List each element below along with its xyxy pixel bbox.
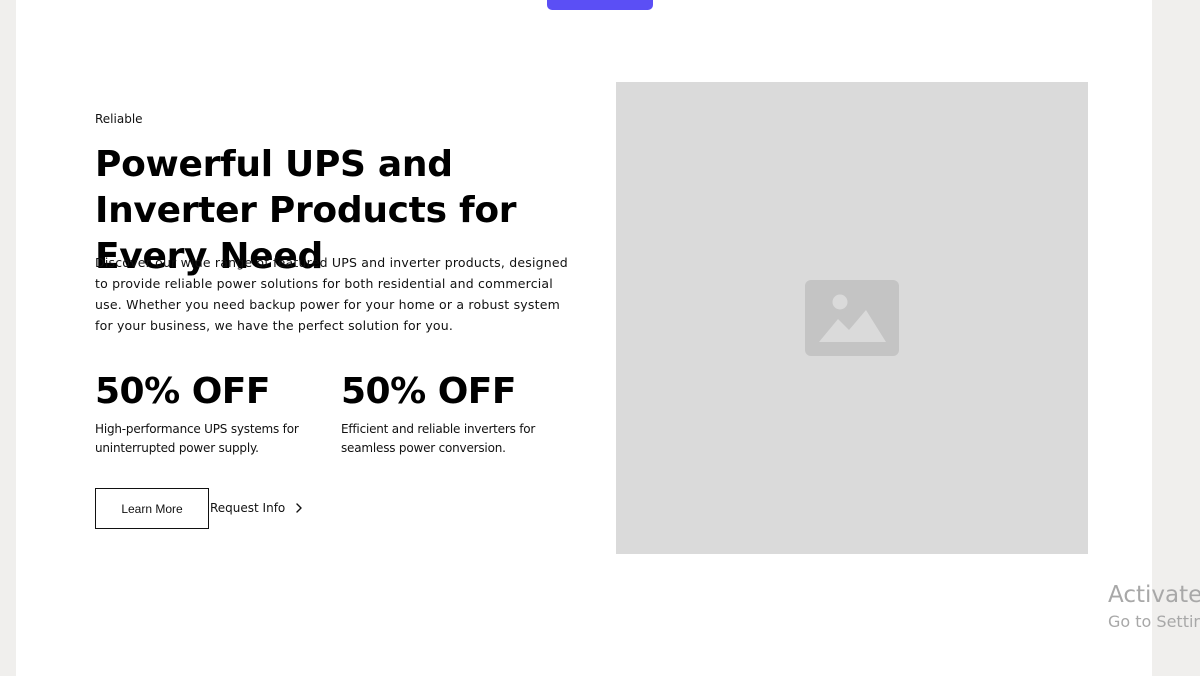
- page-container: Reliable Powerful UPS and Inverter Produ…: [16, 0, 1152, 676]
- offer-inverter: 50% OFF Efficient and reliable inverters…: [341, 370, 561, 458]
- activation-title: Activate: [1108, 582, 1200, 608]
- activation-subtitle: Go to Settin: [1108, 612, 1200, 631]
- top-accent-button[interactable]: [547, 0, 653, 10]
- windows-activation-watermark: Activate Go to Settin: [1108, 581, 1200, 641]
- chevron-right-icon: [296, 503, 302, 513]
- image-placeholder-icon: [805, 280, 899, 356]
- hero-eyebrow: Reliable: [95, 112, 143, 126]
- hero-description: Discover our wide range of featured UPS …: [95, 255, 568, 333]
- request-info-link[interactable]: Request Info: [210, 498, 305, 518]
- learn-more-button[interactable]: Learn More: [95, 488, 209, 529]
- offer-title: 50% OFF: [95, 371, 271, 412]
- request-info-label: Request Info: [210, 501, 286, 515]
- offer-text: High-performance UPS systems for uninter…: [95, 422, 299, 455]
- offer-text: Efficient and reliable inverters for sea…: [341, 422, 536, 455]
- offer-ups: 50% OFF High-performance UPS systems for…: [95, 370, 315, 458]
- offer-title: 50% OFF: [341, 371, 517, 412]
- product-image-placeholder: [616, 82, 1088, 554]
